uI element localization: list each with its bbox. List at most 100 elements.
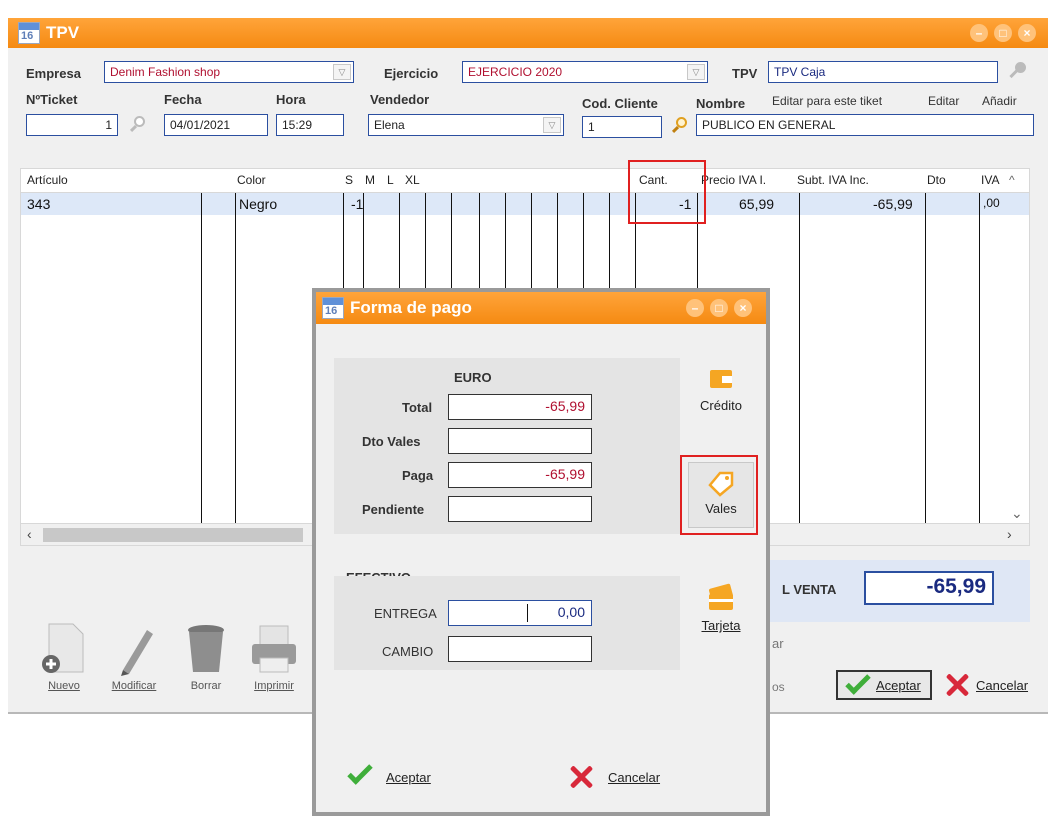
key-icon[interactable]: [1008, 62, 1026, 80]
dialog-cancelar-label: Cancelar: [608, 770, 661, 785]
aceptar-label: Aceptar: [876, 678, 921, 693]
vendedor-value: Elena: [374, 118, 405, 132]
empresa-label: Empresa: [26, 66, 81, 81]
imprimir-label: Imprimir: [254, 680, 294, 692]
fecha-field[interactable]: 04/01/2021: [164, 114, 268, 136]
minimize-button[interactable]: –: [686, 299, 704, 317]
col-m[interactable]: M: [365, 173, 375, 187]
col-xl[interactable]: XL: [405, 173, 420, 187]
window-title: TPV: [46, 23, 80, 42]
new-document-icon: [42, 623, 84, 673]
title-bar: 16 TPV – □ ×: [8, 18, 1048, 48]
col-subtotal[interactable]: Subt. IVA Inc.: [797, 173, 869, 187]
cant-highlight-box: [628, 160, 706, 224]
minimize-button[interactable]: –: [970, 24, 988, 42]
tpv-value: TPV Caja: [774, 65, 826, 79]
checkmark-icon: [845, 669, 871, 695]
editar-tiket-link[interactable]: Editar para este tiket: [772, 94, 882, 108]
search-icon[interactable]: [671, 117, 688, 134]
cell-precio: 65,99: [739, 196, 775, 212]
scroll-left-icon[interactable]: ‹: [27, 526, 32, 542]
ejercicio-field[interactable]: EJERCICIO 2020 ▽: [462, 61, 708, 83]
close-button[interactable]: ×: [734, 299, 752, 317]
credito-button[interactable]: Crédito: [688, 364, 754, 434]
chevron-down-icon[interactable]: ▽: [543, 117, 561, 133]
wallet-icon: [710, 370, 732, 388]
nombre-label: Nombre: [696, 96, 746, 111]
fecha-label: Fecha: [164, 92, 202, 107]
text-cursor: [527, 604, 528, 622]
cancelar-label: Cancelar: [976, 678, 1029, 693]
col-dto[interactable]: Dto: [927, 173, 946, 187]
nombre-field[interactable]: PUBLICO EN GENERAL: [696, 114, 1034, 136]
scroll-down-icon[interactable]: ⌄: [1011, 505, 1023, 522]
partial-button-label: ar: [772, 636, 784, 651]
dto-vales-field[interactable]: [448, 428, 592, 454]
col-color[interactable]: Color: [237, 173, 266, 187]
dialog-cancelar-button[interactable]: Cancelar: [566, 764, 676, 794]
col-l[interactable]: L: [387, 173, 394, 187]
vendedor-field[interactable]: Elena ▽: [368, 114, 564, 136]
nuevo-button[interactable]: Nuevo: [34, 620, 94, 692]
cell-articulo: 343: [27, 196, 51, 212]
col-articulo[interactable]: Artículo: [27, 173, 68, 187]
cell-subtotal: -65,99: [873, 196, 913, 212]
total-field[interactable]: -65,99: [448, 394, 592, 420]
tpv-label: TPV: [732, 66, 758, 81]
entrega-value: 0,00: [557, 604, 585, 620]
pencil-icon: [121, 630, 153, 676]
chevron-down-icon[interactable]: ▽: [687, 64, 705, 80]
modificar-button[interactable]: Modificar: [104, 620, 164, 692]
nticket-field[interactable]: 1: [26, 114, 118, 136]
column-divider: [201, 193, 202, 523]
hora-field[interactable]: 15:29: [276, 114, 344, 136]
hora-label: Hora: [276, 92, 306, 107]
close-button[interactable]: ×: [1018, 24, 1036, 42]
borrar-button[interactable]: Borrar: [176, 620, 236, 692]
editar-link[interactable]: Editar: [928, 94, 959, 108]
printer-icon: [252, 625, 296, 673]
tpv-field[interactable]: TPV Caja: [768, 61, 998, 83]
trash-icon: [188, 625, 224, 672]
tarjeta-button[interactable]: Tarjeta: [688, 582, 754, 648]
dialog-aceptar-label: Aceptar: [386, 770, 431, 785]
scroll-right-icon[interactable]: ›: [1007, 526, 1012, 542]
modificar-label: Modificar: [111, 680, 157, 692]
entrega-field[interactable]: 0,00: [448, 600, 592, 626]
anadir-link[interactable]: Añadir: [982, 94, 1017, 108]
calendar-icon: 16: [18, 22, 40, 44]
empresa-field[interactable]: Denim Fashion shop ▽: [104, 61, 354, 83]
chevron-down-icon[interactable]: ▽: [333, 64, 351, 80]
forma-de-pago-dialog: 16 Forma de pago – □ × EURO Total -65,99…: [312, 288, 770, 816]
empresa-value: Denim Fashion shop: [110, 65, 221, 79]
codcliente-field[interactable]: 1: [582, 116, 662, 138]
euro-section-title: EURO: [454, 370, 492, 385]
search-icon[interactable]: [129, 116, 146, 133]
vendedor-label: Vendedor: [370, 92, 430, 107]
scrollbar-thumb[interactable]: [43, 528, 303, 542]
pendiente-field[interactable]: [448, 496, 592, 522]
col-s[interactable]: S: [345, 173, 353, 187]
nticket-label: NºTicket: [26, 92, 78, 107]
maximize-button[interactable]: □: [710, 299, 728, 317]
paga-label: Paga: [402, 468, 434, 483]
imprimir-button[interactable]: Imprimir: [244, 620, 304, 692]
column-divider: [799, 193, 800, 523]
maximize-button[interactable]: □: [994, 24, 1012, 42]
total-venta-label: L VENTA: [782, 582, 837, 597]
col-precio[interactable]: Precio IVA I.: [701, 173, 766, 187]
paga-field[interactable]: -65,99: [448, 462, 592, 488]
cambio-label: CAMBIO: [382, 644, 434, 659]
partial-button-label: os: [772, 680, 785, 694]
cancelar-button[interactable]: Cancelar: [944, 672, 1044, 700]
col-iva[interactable]: IVA: [981, 173, 999, 187]
grid-header: Artículo Color S M L XL Cant. Precio IVA…: [21, 169, 1029, 193]
cambio-field[interactable]: [448, 636, 592, 662]
table-row[interactable]: 343 Negro -1 -1 65,99 -65,99 ,00: [21, 193, 1029, 215]
scroll-up-icon[interactable]: ^: [1009, 173, 1015, 187]
column-divider: [925, 193, 926, 523]
dialog-aceptar-button[interactable]: Aceptar: [344, 759, 454, 794]
entrega-label: ENTREGA: [374, 606, 437, 621]
codcliente-label: Cod. Cliente: [582, 96, 658, 111]
aceptar-button[interactable]: Aceptar: [836, 669, 932, 700]
